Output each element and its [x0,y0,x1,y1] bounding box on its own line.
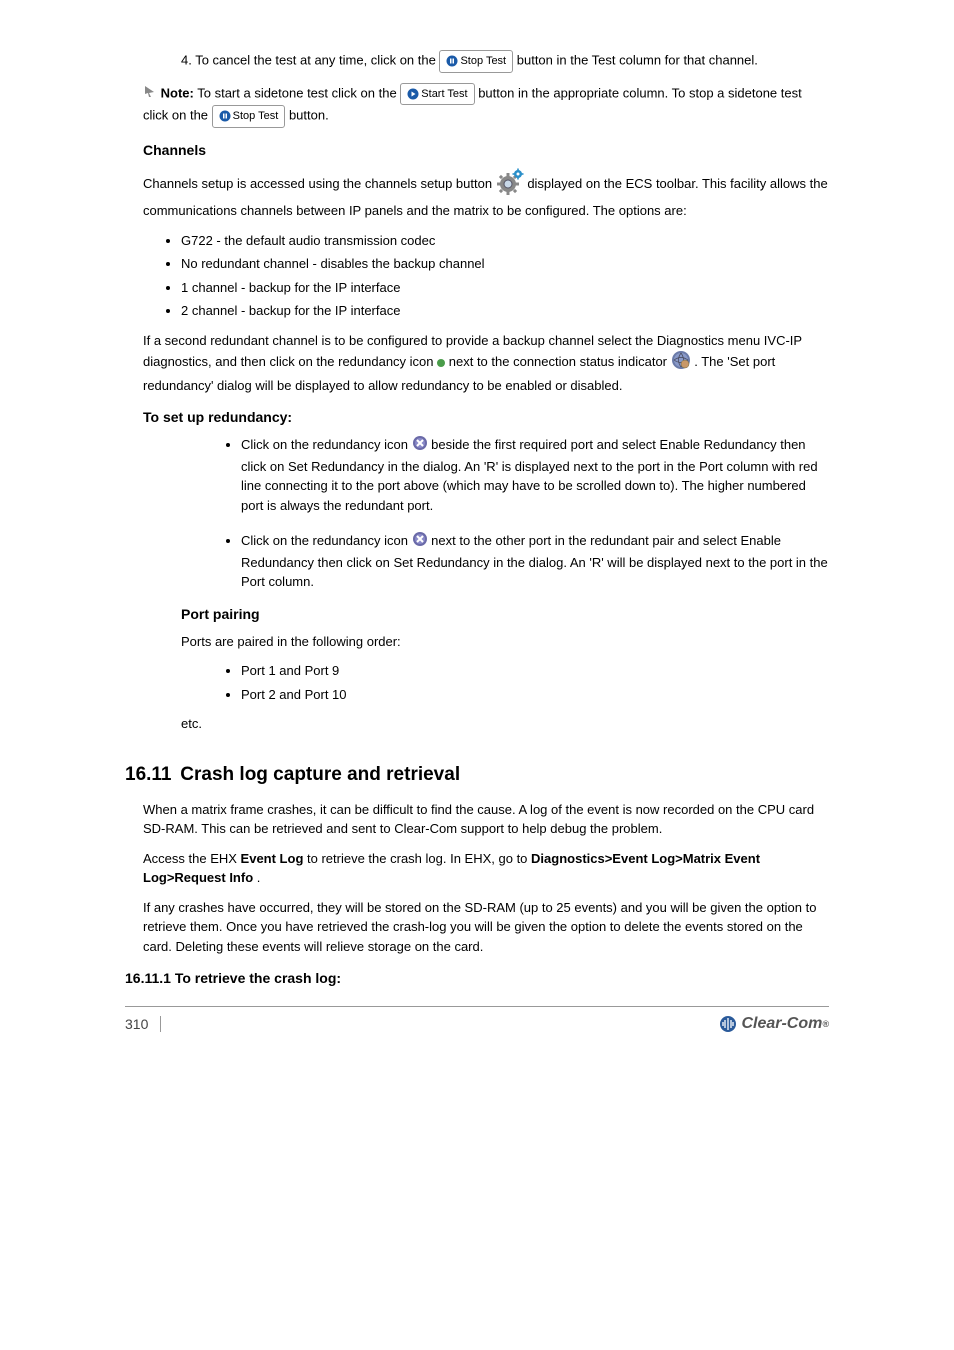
channels-heading: Channels [125,142,829,158]
redundancy-x-icon-2 [412,531,428,553]
option-no-redundant: No redundant channel - disables the back… [181,254,829,274]
redundancy-heading: To set up redundancy: [125,409,829,425]
start-test-button-inline: Start Test [400,83,474,106]
redundancy-step-1: Click on the redundancy icon beside the … [241,435,829,515]
port-pairing-heading: Port pairing [125,606,829,622]
channels-p1: Channels setup is accessed using the cha… [125,168,829,221]
section-16-11-heading: 16.11 Crash log capture and retrieval [125,764,829,786]
etc-text: etc. [125,714,829,734]
port-pairs-list: Port 1 and Port 9 Port 2 and Port 10 [125,661,829,704]
page-footer: 310 Clear-Com® [0,1015,954,1033]
stop-test-button-inline: Stop Test [439,50,513,73]
globe-redundancy-icon [671,350,691,376]
section-16-11-1-heading: 16.11.1 To retrieve the crash log: [125,970,829,986]
redundancy-steps-list: Click on the redundancy icon beside the … [125,435,829,592]
crash-p2: Access the EHX Event Log to retrieve the… [125,849,829,888]
stop-test-button-inline-2: Stop Test [212,105,286,128]
page-number: 310 [125,1016,161,1032]
gear-icon [496,168,524,202]
clearcom-logo: Clear-Com® [719,1015,829,1033]
crash-p3: If any crashes have occurred, they will … [125,898,829,957]
option-1-backup: 1 channel - backup for the IP interface [181,278,829,298]
redundancy-step-2: Click on the redundancy icon next to the… [241,531,829,592]
option-2-backup: 2 channel - backup for the IP interface [181,301,829,321]
note-arrow-icon [143,84,157,104]
crash-p1: When a matrix frame crashes, it can be d… [125,800,829,839]
note-text: Note: To start a sidetone test click on … [125,83,829,128]
channels-p2: If a second redundant channel is to be c… [125,331,829,396]
option-g722: G722 - the default audio transmission co… [181,231,829,251]
redundancy-x-icon [412,435,428,457]
port-pairing-text: Ports are paired in the following order: [125,632,829,652]
footer-divider [125,1006,829,1007]
step-4-text: 4. To cancel the test at any time, click… [125,50,829,73]
green-status-icon [437,359,445,367]
channel-options-list: G722 - the default audio transmission co… [125,231,829,321]
pair-2: Port 2 and Port 10 [241,685,829,705]
pair-1: Port 1 and Port 9 [241,661,829,681]
